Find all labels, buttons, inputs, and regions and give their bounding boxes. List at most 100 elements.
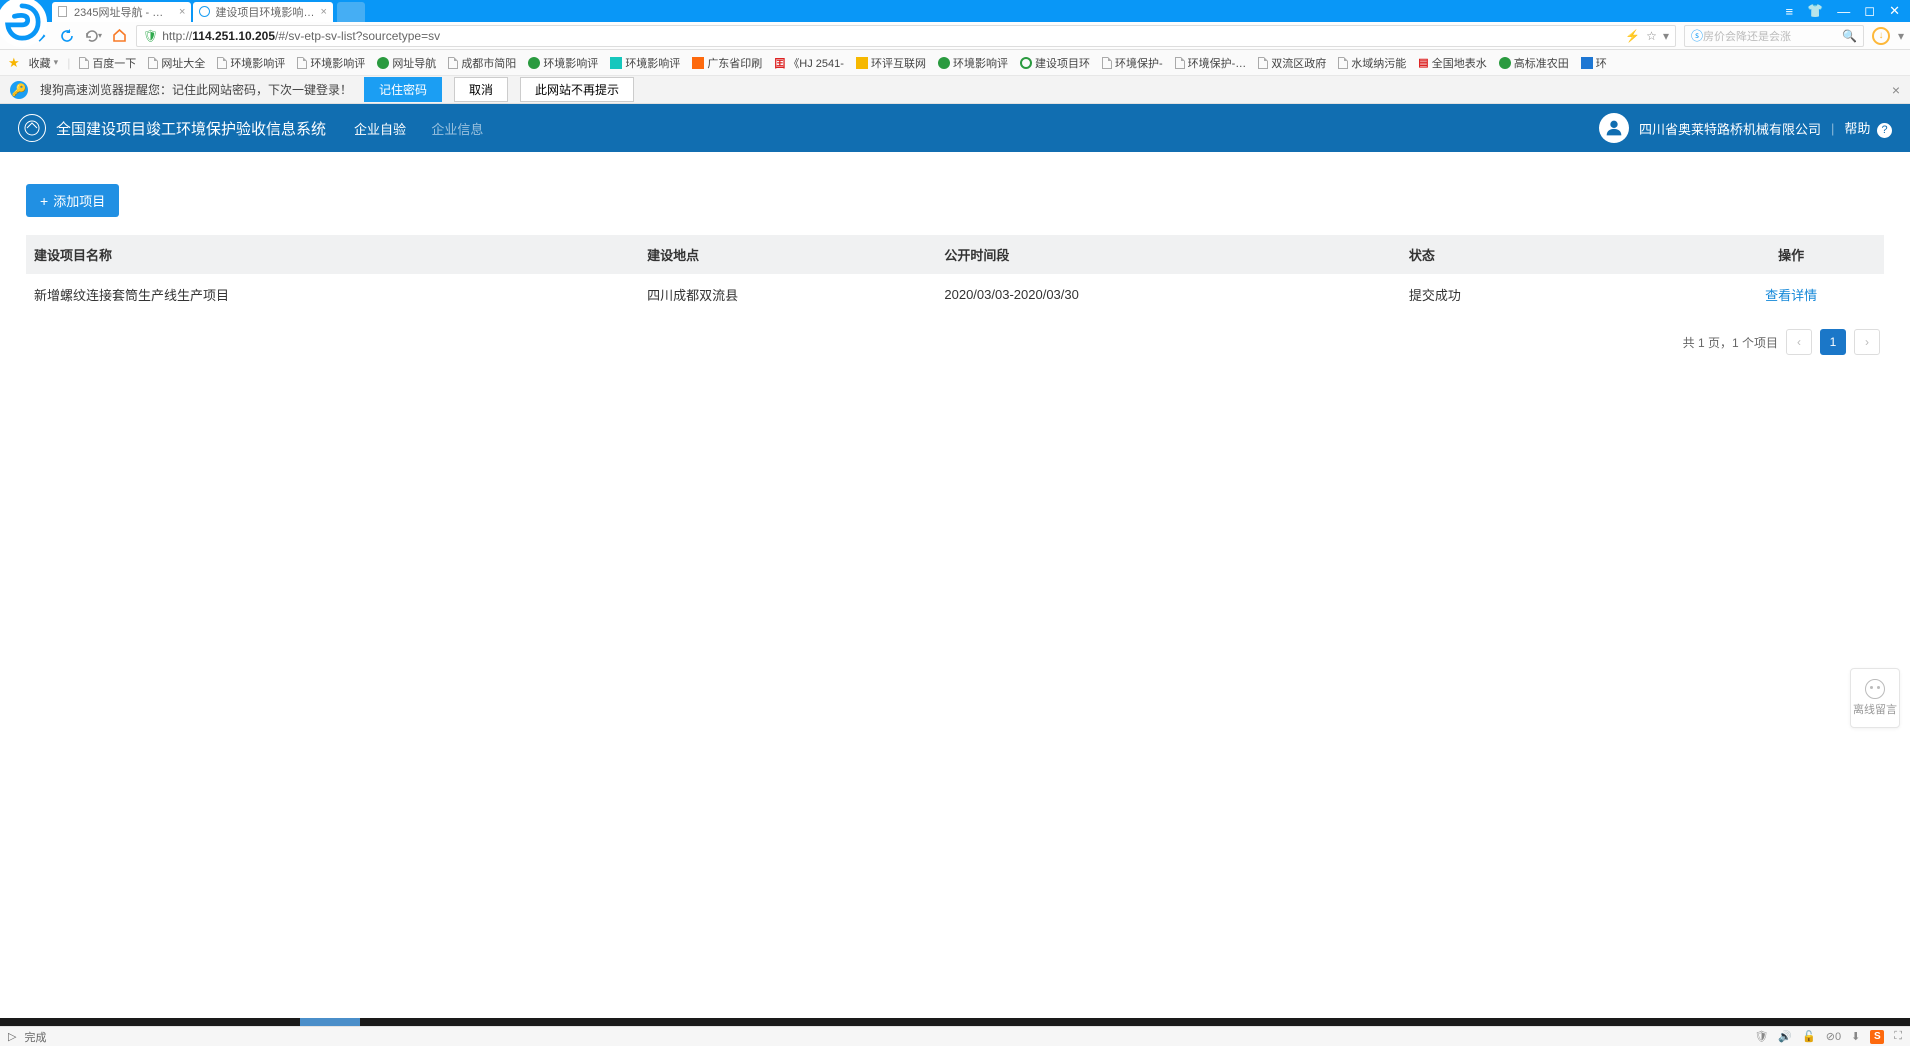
next-page-button[interactable]: ›: [1854, 329, 1880, 355]
never-prompt-button[interactable]: 此网站不再提示: [520, 77, 634, 102]
search-placeholder: 房价会降还是会涨: [1703, 28, 1842, 44]
tab-close-icon[interactable]: ×: [320, 6, 326, 18]
sound-icon[interactable]: 🔊: [1778, 1030, 1792, 1043]
star-icon[interactable]: ☆: [1646, 29, 1657, 43]
key-icon: 🔑: [10, 81, 28, 99]
url-text: http://114.251.10.205/#/sv-etp-sv-list?s…: [162, 29, 1625, 43]
add-project-button[interactable]: + 添加项目: [26, 184, 119, 217]
browser-tab-0[interactable]: 2345网址导航 - 开创中 ×: [52, 2, 191, 22]
favorites-label[interactable]: 收藏 ▾: [26, 53, 62, 73]
play-icon[interactable]: ▷: [8, 1030, 16, 1043]
home-button[interactable]: [110, 27, 128, 45]
user-name: 四川省奥莱特路桥机械有限公司: [1639, 119, 1821, 138]
projects-table: 建设项目名称 建设地点 公开时间段 状态 操作 新增螺纹连接套筒生产线生产项目 …: [26, 235, 1884, 315]
page-icon: [58, 6, 70, 18]
help-icon: ?: [1877, 123, 1892, 138]
minimize-icon[interactable]: —: [1837, 4, 1850, 19]
bookmark-item[interactable]: 广东省印刷: [689, 53, 765, 73]
view-detail-link[interactable]: 查看详情: [1765, 288, 1817, 303]
download-status-icon[interactable]: ⬇: [1851, 1030, 1860, 1043]
bookmark-item[interactable]: 双流区政府: [1255, 53, 1329, 73]
search-input[interactable]: ⓢ 房价会降还是会涨 🔍: [1684, 25, 1864, 47]
bookmark-item[interactable]: 环境影响评: [525, 53, 601, 73]
pagination: 共 1 页，1 个项目 ‹ 1 ›: [26, 329, 1884, 355]
bookmark-item[interactable]: 环境影响评: [935, 53, 1011, 73]
url-input[interactable]: 🛡 http://114.251.10.205/#/sv-etp-sv-list…: [136, 25, 1676, 47]
sogou-ime-icon[interactable]: S: [1870, 1030, 1884, 1044]
sogou-logo[interactable]: [0, 0, 47, 47]
tab-title: 建设项目环境影响评价信: [215, 4, 315, 20]
bookmark-item[interactable]: 环: [1578, 53, 1610, 73]
sogou-mini-icon: ⓢ: [1691, 27, 1703, 44]
nav-enterprise-info[interactable]: 企业信息: [431, 122, 483, 137]
browser-status-bar: ▷ 完成 🛡 🔊 🔓 ⊘0 ⬇ S ⛶: [0, 1026, 1910, 1046]
zoom-icon[interactable]: ⛶: [1894, 1030, 1902, 1043]
bookmark-item[interactable]: 高标准农田: [1496, 53, 1572, 73]
bookmark-item[interactable]: 环境影响评: [214, 53, 288, 73]
nav-self-acceptance[interactable]: 企业自验: [354, 122, 406, 137]
tab-close-icon[interactable]: ×: [179, 6, 185, 18]
reload-button[interactable]: [58, 27, 76, 45]
bookmark-item[interactable]: 囯《HJ 2541-: [771, 53, 847, 73]
shield-status-icon[interactable]: 🛡: [1754, 1030, 1768, 1043]
remember-password-button[interactable]: 记住密码: [364, 77, 442, 102]
cell-location: 四川成都双流县: [639, 274, 936, 315]
bookmark-item[interactable]: 水域纳污能: [1335, 53, 1409, 73]
bookmark-item[interactable]: 环境影响评: [607, 53, 683, 73]
new-tab-button[interactable]: [337, 2, 365, 22]
bookmark-item[interactable]: ▤全国地表水: [1415, 53, 1489, 73]
plus-icon: +: [40, 194, 48, 208]
bookmark-item[interactable]: 环境保护-…: [1172, 53, 1250, 73]
prev-page-button[interactable]: ‹: [1786, 329, 1812, 355]
app-nav: 企业自验 企业信息: [354, 119, 505, 138]
bookmark-item[interactable]: 成都市简阳: [445, 53, 519, 73]
tab-title: 2345网址导航 - 开创中: [74, 4, 174, 20]
bookmark-item[interactable]: 百度一下: [76, 53, 139, 73]
app-user-area: 四川省奥莱特路桥机械有限公司 | 帮助 ?: [1599, 113, 1892, 143]
cell-status: 提交成功: [1401, 274, 1698, 315]
table-row: 新增螺纹连接套筒生产线生产项目 四川成都双流县 2020/03/03-2020/…: [26, 274, 1884, 315]
bookmark-item[interactable]: 环境保护-: [1099, 53, 1166, 73]
password-bar-text: 搜狗高速浏览器提醒您：记住此网站密码，下次一键登录！: [40, 81, 352, 98]
globe-icon: [199, 6, 211, 18]
cell-period: 2020/03/03-2020/03/30: [936, 274, 1401, 315]
browser-tab-1[interactable]: 建设项目环境影响评价信 ×: [193, 2, 332, 22]
close-icon[interactable]: ✕: [1889, 3, 1900, 19]
cell-name: 新增螺纹连接套筒生产线生产项目: [26, 274, 639, 315]
add-button-label: 添加项目: [53, 191, 105, 210]
col-status: 状态: [1401, 235, 1698, 274]
pagination-summary: 共 1 页，1 个项目: [1683, 334, 1778, 351]
window-controls: ≡ 👕 — ◻ ✕: [1786, 0, 1910, 22]
close-bar-icon[interactable]: ×: [1892, 82, 1900, 98]
block-icon[interactable]: ⊘0: [1826, 1030, 1841, 1043]
page-number-button[interactable]: 1: [1820, 329, 1846, 355]
shield-icon: 🛡: [143, 29, 158, 43]
avatar-icon[interactable]: [1599, 113, 1629, 143]
chevron-down-icon[interactable]: ▾: [1663, 29, 1669, 43]
app-header: 全国建设项目竣工环境保护验收信息系统 企业自验 企业信息 四川省奥莱特路桥机械有…: [0, 104, 1910, 152]
os-taskbar: [0, 1018, 1910, 1026]
bookmark-item[interactable]: 环境影响评: [294, 53, 368, 73]
flash-icon[interactable]: ⚡: [1625, 29, 1640, 43]
col-location: 建设地点: [639, 235, 936, 274]
face-icon: [1865, 679, 1885, 699]
bookmark-item[interactable]: 建设项目环: [1017, 53, 1093, 73]
maximize-icon[interactable]: ◻: [1864, 3, 1875, 19]
undo-button[interactable]: ▾: [84, 27, 102, 45]
password-save-bar: 🔑 搜狗高速浏览器提醒您：记住此网站密码，下次一键登录！ 记住密码 取消 此网站…: [0, 76, 1910, 104]
lock-icon[interactable]: 🔓: [1802, 1030, 1816, 1043]
bookmark-item[interactable]: 网址大全: [145, 53, 208, 73]
skin-icon[interactable]: 👕: [1807, 3, 1823, 19]
app-logo-icon: [18, 114, 46, 142]
menu-icon[interactable]: ≡: [1786, 4, 1794, 19]
favorites-star-icon[interactable]: ★: [8, 55, 20, 71]
download-icon[interactable]: ↓: [1872, 27, 1890, 45]
cancel-password-button[interactable]: 取消: [454, 77, 508, 102]
bookmark-item[interactable]: 网址导航: [374, 53, 439, 73]
search-icon[interactable]: 🔍: [1842, 29, 1857, 43]
bookmarks-bar: ★ 收藏 ▾ | 百度一下 网址大全 环境影响评 环境影响评 网址导航 成都市简…: [0, 50, 1910, 76]
offline-message-widget[interactable]: 离线留言: [1850, 668, 1900, 728]
help-link[interactable]: 帮助 ?: [1844, 118, 1892, 138]
extension-icon[interactable]: ▾: [1898, 29, 1904, 43]
bookmark-item[interactable]: 环评互联网: [853, 53, 929, 73]
